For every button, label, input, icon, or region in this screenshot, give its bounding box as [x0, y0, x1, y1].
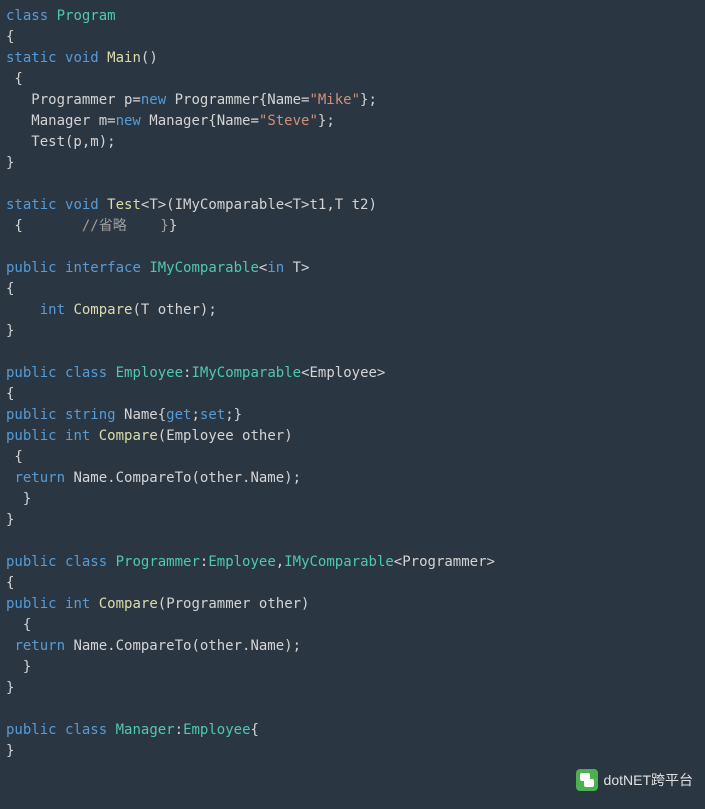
text: };	[360, 92, 377, 108]
text: Manager{Name=	[141, 113, 259, 129]
keyword: int	[65, 596, 90, 612]
keyword: public	[6, 407, 57, 423]
text: ;	[191, 407, 199, 423]
keyword: class	[65, 722, 107, 738]
brace: }	[6, 659, 31, 675]
text: <Programmer>	[394, 554, 495, 570]
keyword: string	[65, 407, 116, 423]
watermark: dotNET跨平台	[576, 769, 693, 791]
brace: {	[6, 386, 14, 402]
keyword: in	[267, 260, 284, 276]
keyword: public	[6, 260, 57, 276]
brace: {	[6, 281, 14, 297]
string-literal: "Mike"	[309, 92, 360, 108]
method-name: Main	[107, 50, 141, 66]
brace: }	[6, 323, 14, 339]
comment: //省略 }	[82, 218, 169, 234]
text: (T other);	[132, 302, 216, 318]
text: Name{	[116, 407, 167, 423]
text: Manager m=	[6, 113, 116, 129]
keyword: int	[40, 302, 65, 318]
type-name: IMyComparable	[191, 365, 301, 381]
keyword: void	[65, 50, 99, 66]
text: ()	[141, 50, 158, 66]
method-name: Compare	[99, 596, 158, 612]
code-block: class Program { static void Main() { Pro…	[0, 0, 705, 768]
wechat-icon	[576, 769, 598, 791]
text: Programmer p=	[6, 92, 141, 108]
type-name: Employee	[208, 554, 275, 570]
type-name: Employee	[183, 722, 250, 738]
type-name: Manager	[116, 722, 175, 738]
type-name: IMyComparable	[284, 554, 394, 570]
brace: {	[6, 617, 31, 633]
type-name: Employee	[116, 365, 183, 381]
text: }	[169, 218, 177, 234]
keyword: class	[6, 8, 48, 24]
text: ;}	[225, 407, 242, 423]
brace: }	[6, 491, 31, 507]
keyword: public	[6, 596, 57, 612]
text: Test(p,m);	[6, 134, 116, 150]
text: T>	[284, 260, 309, 276]
keyword: void	[65, 197, 99, 213]
keyword: new	[141, 92, 166, 108]
keyword: public	[6, 428, 57, 444]
keyword: interface	[65, 260, 141, 276]
text: <Employee>	[301, 365, 385, 381]
keyword: return	[14, 470, 65, 486]
text: (Programmer other)	[158, 596, 310, 612]
keyword: public	[6, 554, 57, 570]
keyword: int	[65, 428, 90, 444]
text: ,	[276, 554, 284, 570]
brace: }	[6, 743, 14, 759]
text: (Employee other)	[158, 428, 293, 444]
text	[6, 302, 40, 318]
brace: }	[6, 680, 14, 696]
type-name: Programmer	[116, 554, 200, 570]
text: {	[251, 722, 259, 738]
keyword: set	[200, 407, 225, 423]
text: };	[318, 113, 335, 129]
method-name: Compare	[99, 428, 158, 444]
keyword: get	[166, 407, 191, 423]
text: Name.CompareTo(other.Name);	[65, 470, 301, 486]
keyword: static	[6, 197, 57, 213]
method-name: Test	[107, 197, 141, 213]
brace: }	[6, 512, 14, 528]
text: <T>(IMyComparable<T>t1,T t2)	[141, 197, 377, 213]
brace: {	[6, 449, 23, 465]
keyword: public	[6, 722, 57, 738]
text: {	[6, 218, 82, 234]
brace: {	[6, 29, 14, 45]
brace: {	[6, 575, 14, 591]
keyword: class	[65, 365, 107, 381]
text: Name.CompareTo(other.Name);	[65, 638, 301, 654]
text: Programmer{Name=	[166, 92, 309, 108]
string-literal: "Steve"	[259, 113, 318, 129]
type-name: Program	[57, 8, 116, 24]
watermark-text: dotNET跨平台	[604, 770, 693, 791]
keyword: return	[14, 638, 65, 654]
brace: }	[6, 155, 14, 171]
type-name: IMyComparable	[149, 260, 259, 276]
keyword: static	[6, 50, 57, 66]
text: :	[175, 722, 183, 738]
method-name: Compare	[73, 302, 132, 318]
keyword: public	[6, 365, 57, 381]
keyword: new	[116, 113, 141, 129]
brace: {	[6, 71, 23, 87]
keyword: class	[65, 554, 107, 570]
